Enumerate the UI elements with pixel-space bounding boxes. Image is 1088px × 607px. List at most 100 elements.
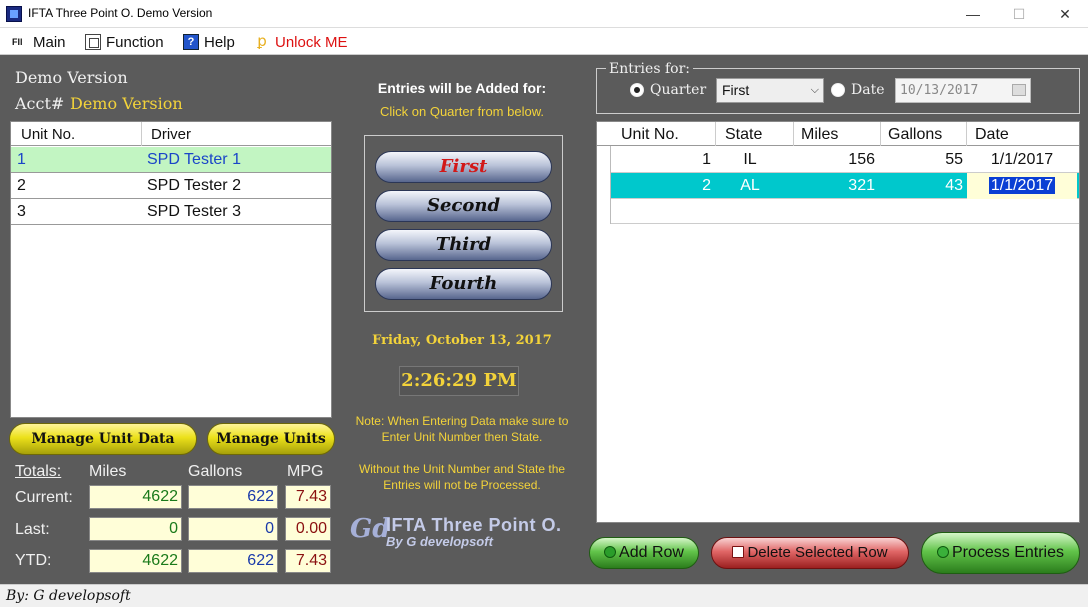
plus-icon [604, 546, 617, 558]
menu-main[interactable]: FIl Main [12, 32, 66, 52]
help-icon: ? [183, 34, 199, 50]
menu-help[interactable]: ? Help [183, 32, 235, 52]
entries-for-legend: Entries for: [606, 61, 693, 77]
date-radio[interactable] [831, 83, 845, 97]
acct-value: Demo Version [70, 94, 183, 113]
ytd-mpg-field: 7.43 [285, 549, 331, 573]
date-radio-label[interactable]: Date [851, 82, 884, 98]
totals-ytd-label: YTD: [15, 552, 52, 569]
new-row[interactable] [611, 198, 1079, 224]
add-row-button[interactable]: Add Row [589, 537, 699, 569]
unit-cell: 2 [17, 177, 26, 194]
last-miles-field: 0 [89, 517, 182, 541]
column-divider[interactable] [141, 122, 142, 146]
column-header-state[interactable]: State [725, 126, 762, 144]
current-time: 2:26:29 PM [401, 370, 517, 391]
table-row[interactable]: 3 SPD Tester 3 [11, 199, 331, 225]
quarter-second-button[interactable]: Second [375, 190, 552, 222]
column-header-miles[interactable]: Miles [801, 126, 838, 144]
last-gallons-field: 0 [188, 517, 278, 541]
current-miles-field: 4622 [89, 485, 182, 509]
maximize-button[interactable]: ☐ [996, 0, 1042, 28]
date-cell[interactable]: 1/1/2017 [967, 151, 1077, 169]
totals-miles-header: Miles [89, 463, 127, 480]
status-bar: By: G developsoft [0, 584, 1088, 607]
calendar-icon[interactable] [1012, 84, 1026, 96]
manage-units-button[interactable]: Manage Units [207, 423, 335, 455]
quarter-buttons-group: First Second Third Fourth [364, 135, 563, 312]
file-icon: FIl [12, 37, 23, 47]
acct-label: Acct# [15, 94, 65, 113]
column-header-gallons[interactable]: Gallons [888, 126, 942, 144]
menu-function[interactable]: Function [85, 32, 164, 52]
miles-cell[interactable]: 321 [789, 177, 875, 195]
date-picker[interactable]: 10/13/2017 [895, 78, 1031, 103]
menu-main-label: Main [33, 33, 66, 51]
current-mpg-field: 7.43 [285, 485, 331, 509]
window-title: IFTA Three Point O. Demo Version [28, 6, 213, 20]
row-header-gutter [597, 146, 611, 224]
delete-row-label: Delete Selected Row [747, 544, 888, 561]
title-bar: IFTA Three Point O. Demo Version — ☐ ✕ [0, 0, 1088, 28]
totals-mpg-header: MPG [287, 463, 324, 480]
units-table-header: Unit No. Driver [11, 122, 331, 146]
unit-cell[interactable]: 2 [611, 177, 711, 195]
quarter-radio[interactable] [630, 83, 644, 97]
menu-unlock-label: Unlock ME [275, 33, 348, 51]
logo-byline: By G developsoft [386, 534, 493, 549]
state-cell[interactable]: AL [715, 177, 785, 195]
column-header-driver[interactable]: Driver [151, 126, 191, 143]
quarter-third-button[interactable]: Third [375, 229, 552, 261]
status-text: By: G developsoft [6, 588, 131, 604]
key-icon: ꝑ [257, 33, 267, 50]
column-header-unit[interactable]: Unit No. [621, 126, 679, 144]
processing-warning: Without the Unit Number and State the En… [358, 462, 566, 492]
quarter-fourth-button[interactable]: Fourth [375, 268, 552, 300]
quarter-dropdown[interactable]: First ⌵ [716, 78, 824, 103]
unit-cell: 3 [17, 203, 26, 220]
ytd-gallons-field: 622 [188, 549, 278, 573]
menu-unlock[interactable]: ꝑ Unlock ME [254, 32, 348, 52]
table-row[interactable]: 2 AL 321 43 1/1/2017 [597, 173, 1079, 199]
unit-cell[interactable]: 1 [611, 151, 711, 169]
minimize-button[interactable]: — [950, 0, 996, 28]
gallons-cell[interactable]: 55 [879, 151, 963, 169]
miles-cell[interactable]: 156 [789, 151, 875, 169]
close-button[interactable]: ✕ [1042, 0, 1088, 28]
column-header-date[interactable]: Date [975, 126, 1009, 144]
entries-table-header: Unit No. State Miles Gallons Date [597, 122, 1079, 146]
current-date: Friday, October 13, 2017 [372, 333, 552, 348]
state-cell[interactable]: IL [715, 151, 785, 169]
quarter-first-button[interactable]: First [375, 151, 552, 183]
quarter-radio-label[interactable]: Quarter [650, 82, 706, 98]
column-divider[interactable] [880, 122, 881, 146]
chevron-down-icon: ⌵ [810, 84, 819, 96]
version-label: Demo Version [15, 68, 128, 87]
process-entries-button[interactable]: Process Entries [921, 532, 1080, 574]
gallons-cell[interactable]: 43 [879, 177, 963, 195]
column-divider[interactable] [793, 122, 794, 146]
last-mpg-field: 0.00 [285, 517, 331, 541]
recycle-icon [936, 546, 949, 558]
table-row[interactable]: 2 SPD Tester 2 [11, 173, 331, 199]
date-cell-editing[interactable]: 1/1/2017 [967, 173, 1077, 199]
delete-icon [732, 546, 745, 558]
app-window: IFTA Three Point O. Demo Version — ☐ ✕ F… [0, 0, 1088, 607]
entries-added-title: Entries will be Added for: [377, 80, 547, 96]
column-divider[interactable] [966, 122, 967, 146]
table-row[interactable]: 1 IL 156 55 1/1/2017 [597, 147, 1079, 173]
function-icon [85, 34, 101, 50]
delete-selected-row-button[interactable]: Delete Selected Row [711, 537, 909, 569]
driver-cell: SPD Tester 3 [147, 203, 241, 220]
logo-title: IFTA Three Point O. [386, 515, 562, 535]
date-cell-value[interactable]: 1/1/2017 [988, 177, 1056, 194]
manage-unit-data-button[interactable]: Manage Unit Data [9, 423, 197, 455]
table-row[interactable]: 1 SPD Tester 1 [11, 147, 331, 173]
totals-last-label: Last: [15, 521, 50, 538]
column-header-unit[interactable]: Unit No. [21, 126, 75, 143]
entries-added-subtitle: Click on Quarter from below. [379, 104, 544, 119]
entries-table: Unit No. State Miles Gallons Date 1 IL 1… [596, 121, 1080, 523]
entry-note: Note: When Entering Data make sure to En… [355, 414, 569, 444]
column-divider[interactable] [715, 122, 716, 146]
totals-title: Totals: [15, 463, 62, 480]
